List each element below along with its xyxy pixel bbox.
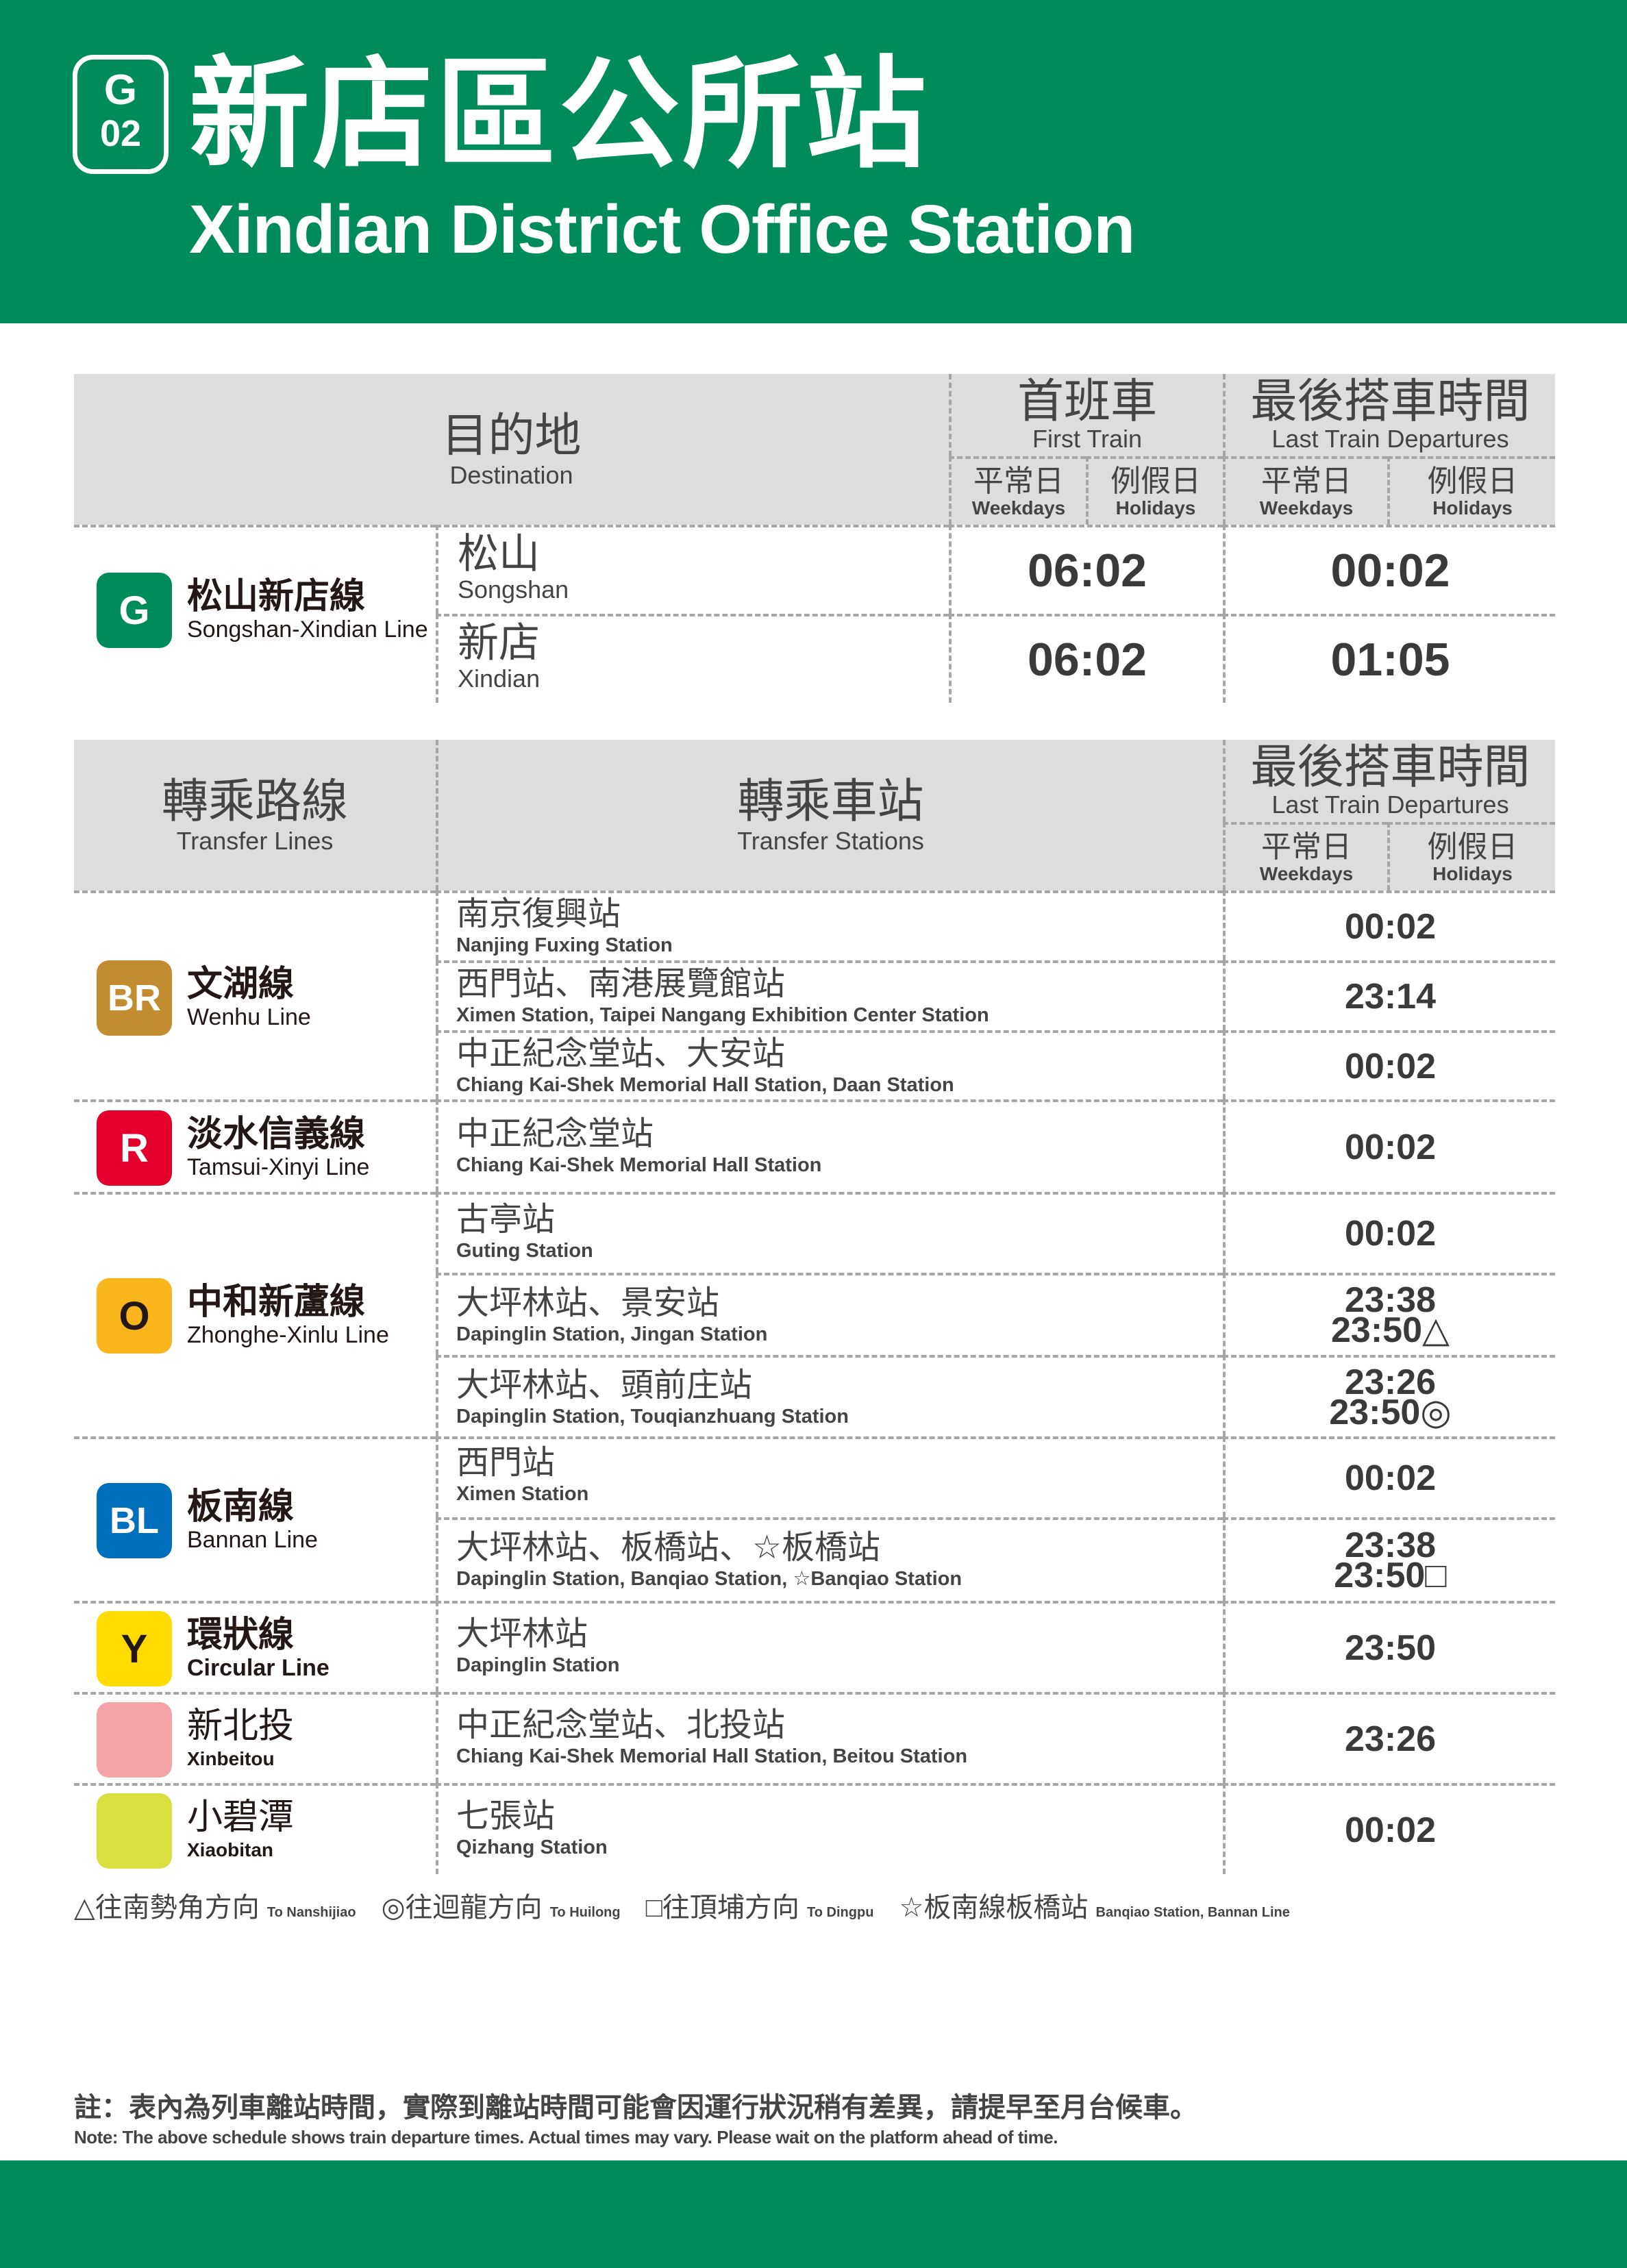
line-cell-wenhu: BR 文湖線 Wenhu Line xyxy=(74,890,436,1099)
line-name-en: Xiaobitan xyxy=(187,1839,274,1860)
line-name-zh: 板南線 xyxy=(187,1487,295,1527)
legend: △往南勢角方向 To Nanshijiao ◎往迴龍方向 To Huilong … xyxy=(74,1885,1308,1925)
legend-item-en: To Huilong xyxy=(549,1905,621,1920)
table-row: 新店 Xindian xyxy=(436,614,949,703)
last-train-time: 01:05 xyxy=(1223,614,1555,703)
line-cell-xiaobitan: 小碧潭 Xiaobitan xyxy=(74,1783,436,1874)
transfer-holidays-header: 例假日 Holidays xyxy=(1387,822,1555,890)
line-badge-g: G xyxy=(97,573,172,648)
first-last-train-table: 目的地 Destination 首班車 First Train 最後搭車時間 L… xyxy=(74,374,1555,703)
line-name-zh: 小碧潭 xyxy=(187,1797,295,1837)
line-cell-xinbeitou: 新北投 Xinbeitou xyxy=(74,1692,436,1783)
last-train-time: 00:02 xyxy=(1223,1099,1555,1192)
line-badge-r: R xyxy=(97,1110,172,1186)
last-train-time: 23:38 23:50△ xyxy=(1223,1273,1555,1355)
last-train-time: 00:02 xyxy=(1223,525,1555,614)
line-badge-o: O xyxy=(97,1278,172,1354)
line-badge-xinbeitou xyxy=(97,1702,172,1778)
badge-number: 02 xyxy=(99,113,142,154)
last-train-time: 00:02 xyxy=(1223,890,1555,960)
line-cell: G 松山新店線 Songshan-Xindian Line xyxy=(74,525,436,703)
last-weekdays-header: 平常日 Weekdays xyxy=(1223,456,1387,525)
table-row: 七張站 Qizhang Station xyxy=(436,1783,1223,1874)
line-badge-xiaobitan xyxy=(97,1793,172,1869)
first-weekdays-header: 平常日 Weekdays xyxy=(949,456,1086,525)
table-row: 中正紀念堂站、北投站 Chiang Kai-Shek Memorial Hall… xyxy=(436,1692,1223,1783)
legend-item: ☆板南線板橋站 xyxy=(899,1893,1089,1923)
last-train-time: 00:02 xyxy=(1223,1192,1555,1273)
legend-item-en: To Nanshijiao xyxy=(266,1905,356,1920)
line-cell-tamsui-xinyi: R 淡水信義線 Tamsui-Xinyi Line xyxy=(74,1099,436,1192)
line-name-zh: 中和新蘆線 xyxy=(187,1282,366,1322)
legend-item: △往南勢角方向 xyxy=(74,1893,260,1923)
legend-item: ◎往迴龍方向 xyxy=(381,1893,543,1923)
transfer-last-header: 最後搭車時間 Last Train Departures xyxy=(1223,740,1555,822)
last-train-time: 00:02 xyxy=(1223,1783,1555,1874)
line-name-zh: 環狀線 xyxy=(187,1615,295,1655)
line-name-zh: 新北投 xyxy=(187,1706,295,1746)
transfer-table: 轉乘路線 Transfer Lines 轉乘車站 Transfer Statio… xyxy=(74,740,1555,1874)
last-train-time: 23:38 23:50□ xyxy=(1223,1517,1555,1601)
line-name-zh: 松山新店線 xyxy=(187,577,366,616)
table-row: 中正紀念堂站 Chiang Kai-Shek Memorial Hall Sta… xyxy=(436,1099,1223,1192)
destination-header: 目的地 Destination xyxy=(441,410,582,489)
table-row: 大坪林站、板橋站、☆板橋站 Dapinglin Station, Banqiao… xyxy=(436,1517,1223,1601)
note-en: Note: The above schedule shows train dep… xyxy=(74,2127,1058,2147)
legend-item-en: To Dingpu xyxy=(807,1905,874,1920)
last-train-time: 23:50 xyxy=(1223,1601,1555,1692)
station-title-zh: 新店區公所站 xyxy=(189,48,930,182)
line-name-zh: 淡水信義線 xyxy=(187,1114,366,1154)
line-name-en: Zhonghe-Xinlu Line xyxy=(187,1322,389,1348)
line-name-en: Bannan Line xyxy=(187,1527,318,1553)
last-train-time: 00:02 xyxy=(1223,1436,1555,1517)
table-row: 西門站、南港展覽館站 Ximen Station, Taipei Nangang… xyxy=(436,960,1223,1030)
transfer-weekdays-header: 平常日 Weekdays xyxy=(1223,822,1387,890)
line-cell-bannan: BL 板南線 Bannan Line xyxy=(74,1436,436,1601)
last-holidays-header: 例假日 Holidays xyxy=(1387,456,1555,525)
line-name-en: Xinbeitou xyxy=(187,1748,275,1769)
line-name-zh: 文湖線 xyxy=(187,964,295,1004)
transfer-lines-header: 轉乘路線 Transfer Lines xyxy=(161,775,348,855)
footer-banner xyxy=(0,2160,1627,2268)
first-train-time: 06:02 xyxy=(949,525,1223,614)
header-banner: G 02 新店區公所站 Xindian District Office Stat… xyxy=(0,0,1627,323)
first-holidays-header: 例假日 Holidays xyxy=(1086,456,1223,525)
table-row: 大坪林站、景安站 Dapinglin Station, Jingan Stati… xyxy=(436,1273,1223,1355)
table-row: 大坪林站 Dapinglin Station xyxy=(436,1601,1223,1692)
legend-item: □往頂埔方向 xyxy=(645,1893,799,1923)
note-zh: 註：表內為列車離站時間，實際到離站時間可能會因運行狀況稍有差異，請提早至月台候車… xyxy=(74,2093,1197,2123)
table-row: 南京復興站 Nanjing Fuxing Station xyxy=(436,890,1223,960)
last-train-time: 23:26 23:50◎ xyxy=(1223,1355,1555,1436)
last-train-time: 00:02 xyxy=(1223,1030,1555,1099)
transfer-stations-header: 轉乘車站 Transfer Stations xyxy=(436,740,1223,890)
last-train-header: 最後搭車時間 Last Train Departures xyxy=(1223,374,1555,456)
line-name-en: Circular Line xyxy=(187,1655,330,1681)
line-badge-bl: BL xyxy=(97,1483,172,1558)
line-name-en: Tamsui-Xinyi Line xyxy=(187,1154,370,1180)
table-row: 西門站 Ximen Station xyxy=(436,1436,1223,1517)
station-title-en: Xindian District Office Station xyxy=(189,191,1135,268)
badge-line: G xyxy=(103,66,138,114)
first-train-header: 首班車 First Train xyxy=(949,374,1223,456)
first-train-time: 06:02 xyxy=(949,614,1223,703)
line-name-en: Songshan-Xindian Line xyxy=(187,616,428,643)
table-row: 大坪林站、頭前庄站 Dapinglin Station, Touqianzhua… xyxy=(436,1355,1223,1436)
table-row: 中正紀念堂站、大安站 Chiang Kai-Shek Memorial Hall… xyxy=(436,1030,1223,1099)
last-train-time: 23:26 xyxy=(1223,1692,1555,1783)
line-badge-br: BR xyxy=(97,960,172,1036)
line-cell-zhonghe-xinlu: O 中和新蘆線 Zhonghe-Xinlu Line xyxy=(74,1192,436,1436)
table-row: 古亭站 Guting Station xyxy=(436,1192,1223,1273)
table-row: 松山 Songshan xyxy=(436,525,949,614)
line-cell-circular: Y 環狀線 Circular Line xyxy=(74,1601,436,1692)
line-name-en: Wenhu Line xyxy=(187,1004,311,1030)
station-code-badge: G 02 xyxy=(73,55,169,174)
last-train-time: 23:14 xyxy=(1223,960,1555,1030)
legend-item-en: Banqiao Station, Bannan Line xyxy=(1095,1905,1290,1920)
line-badge-y: Y xyxy=(97,1611,172,1686)
